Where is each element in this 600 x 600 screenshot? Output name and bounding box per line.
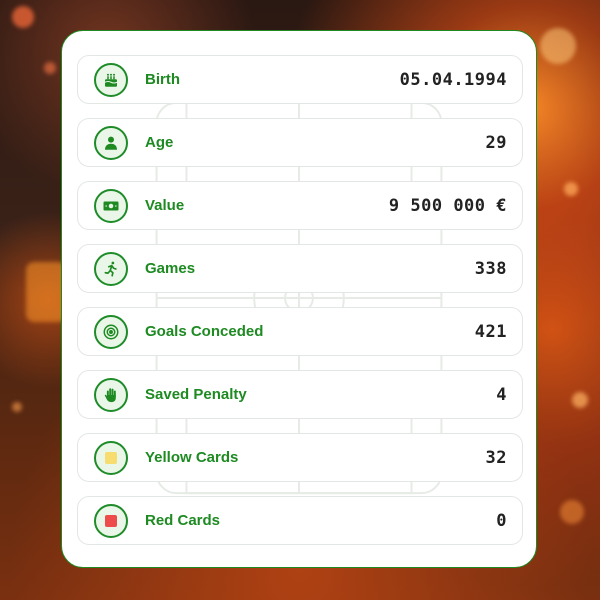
stat-value: 421	[474, 321, 507, 342]
yellow-card-icon	[94, 440, 128, 475]
stat-label: Value	[145, 197, 185, 214]
banknote-icon	[94, 188, 128, 223]
stat-value: 32	[485, 447, 507, 468]
stats-list: Birth 05.04.1994 Age 29 Value 9 500 000 …	[77, 55, 523, 545]
background-light	[26, 262, 66, 322]
birthday-cake-icon	[94, 62, 128, 97]
stat-label: Saved Penalty	[145, 386, 247, 403]
stat-row-yellow-cards: Yellow Cards 32	[77, 433, 523, 482]
yellow-card-swatch	[105, 451, 117, 464]
stat-row-saved-penalty: Saved Penalty 4	[77, 370, 523, 419]
person-icon	[94, 125, 128, 160]
stat-row-value: Value 9 500 000 €	[77, 181, 523, 230]
red-card-icon	[94, 503, 128, 538]
stat-value: 0	[496, 510, 507, 531]
stat-value: 29	[485, 132, 507, 153]
red-card-swatch	[105, 514, 117, 527]
stat-label: Games	[145, 260, 196, 277]
player-stats-card: Birth 05.04.1994 Age 29 Value 9 500 000 …	[61, 30, 537, 568]
target-icon	[94, 314, 128, 349]
background-light	[560, 500, 584, 524]
stat-row-red-cards: Red Cards 0	[77, 496, 523, 545]
stat-value: 05.04.1994	[399, 69, 507, 90]
stat-row-games: Games 338	[77, 244, 523, 293]
stat-value: 4	[496, 384, 507, 405]
stat-row-birth: Birth 05.04.1994	[77, 55, 523, 104]
stat-label: Age	[145, 134, 174, 151]
stat-label: Red Cards	[145, 512, 221, 529]
stat-label: Birth	[145, 71, 180, 88]
stat-label: Yellow Cards	[145, 449, 239, 466]
background-light	[572, 392, 588, 408]
background-light	[44, 62, 56, 74]
stat-row-goals-conceded: Goals Conceded 421	[77, 307, 523, 356]
stat-value: 9 500 000 €	[388, 195, 507, 216]
background-light	[12, 402, 22, 412]
background-light	[564, 182, 578, 196]
stat-row-age: Age 29	[77, 118, 523, 167]
stat-label: Goals Conceded	[145, 323, 264, 340]
background-light	[540, 28, 576, 64]
stat-value: 338	[474, 258, 507, 279]
background-light	[12, 6, 34, 28]
hand-icon	[94, 377, 128, 412]
running-person-icon	[94, 251, 128, 286]
